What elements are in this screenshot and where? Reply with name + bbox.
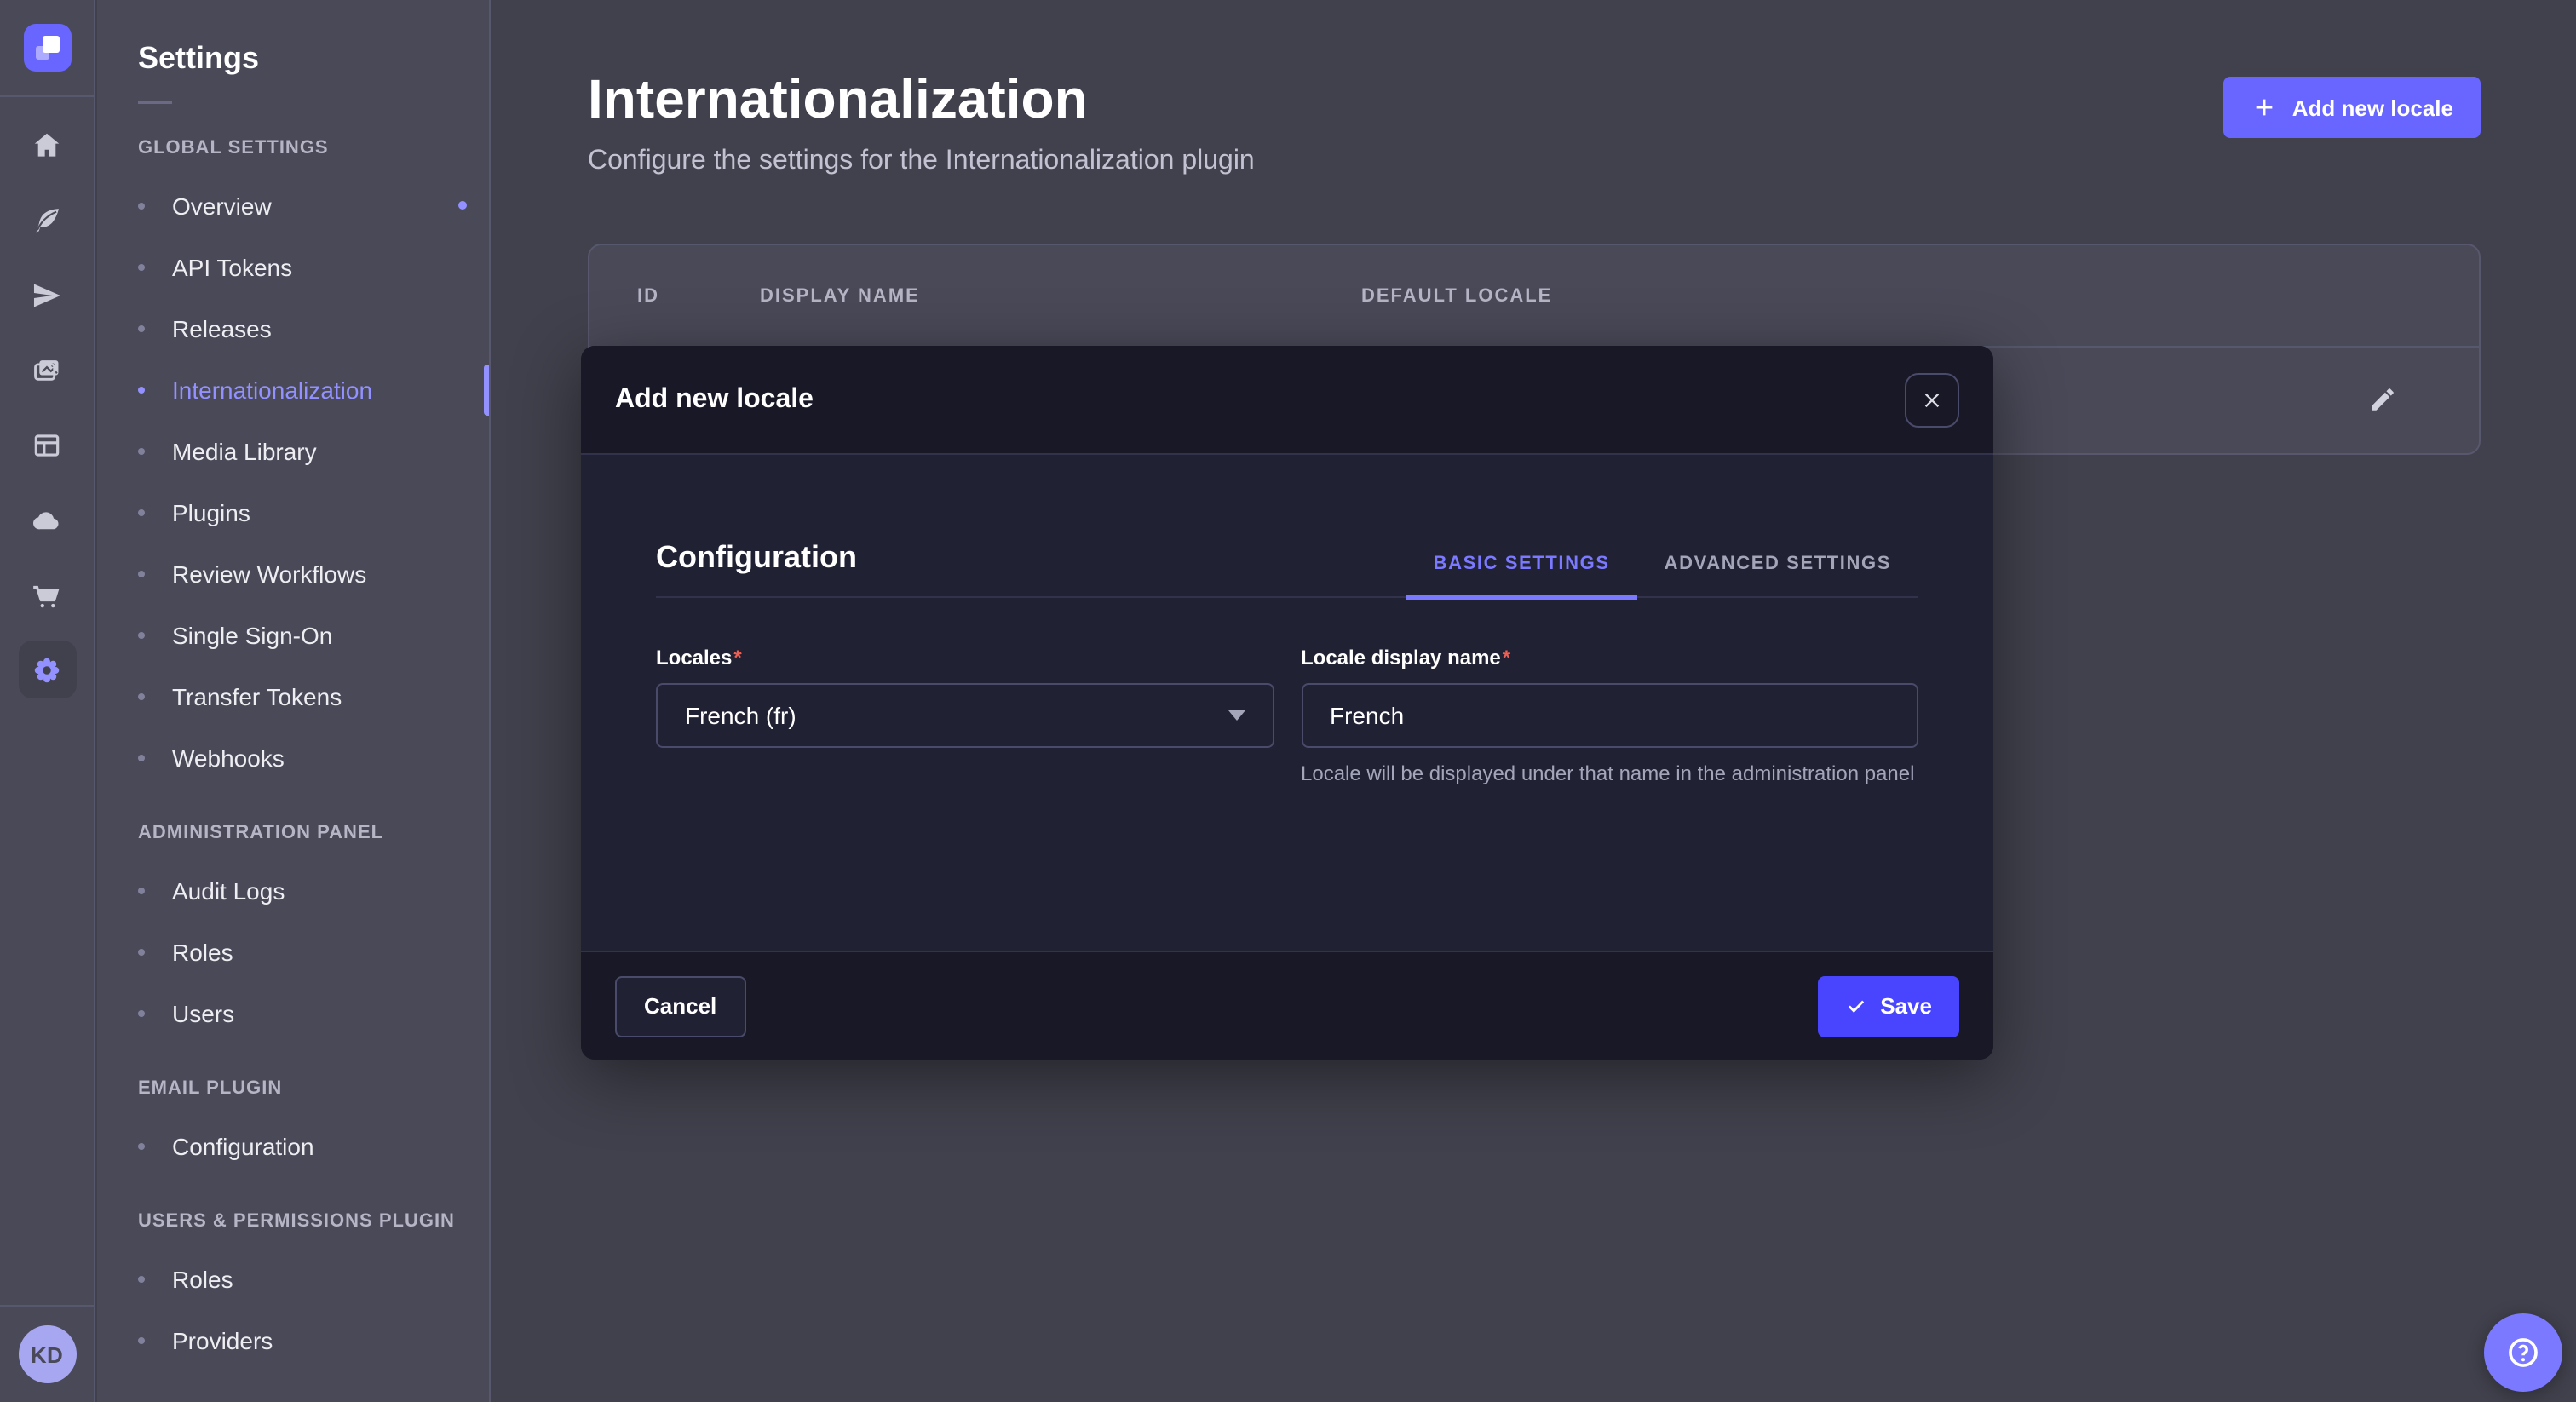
strapi-admin-app: KD Settings GLOBAL SETTINGS Overview API…: [0, 0, 2576, 1402]
locales-select-value: French (fr): [685, 702, 796, 729]
chevron-down-icon: [1228, 710, 1245, 721]
configuration-title: Configuration: [656, 540, 857, 596]
locales-label: Locales*: [656, 646, 742, 669]
modal-close-button[interactable]: [1905, 372, 1959, 427]
configuration-header-row: Configuration BASIC SETTINGS ADVANCED SE…: [656, 455, 1918, 598]
display-name-input[interactable]: [1301, 683, 1918, 748]
save-button[interactable]: Save: [1817, 975, 1959, 1037]
question-mark-icon: [2504, 1334, 2542, 1371]
help-button[interactable]: [2484, 1313, 2562, 1392]
display-name-label: Locale display name*: [1301, 646, 1510, 669]
modal-header: Add new locale: [581, 346, 1993, 455]
required-asterisk: *: [733, 646, 741, 669]
modal-fields-row: Locales* French (fr) Locale display name…: [656, 642, 1918, 789]
cancel-button[interactable]: Cancel: [615, 975, 745, 1037]
display-name-field: Locale display name* Locale will be disp…: [1301, 642, 1918, 789]
modal-title: Add new locale: [615, 384, 814, 415]
tab-advanced-settings[interactable]: ADVANCED SETTINGS: [1637, 554, 1918, 600]
modal-footer: Cancel Save: [581, 951, 1993, 1060]
tab-basic-settings[interactable]: BASIC SETTINGS: [1406, 554, 1637, 600]
modal-body: Configuration BASIC SETTINGS ADVANCED SE…: [581, 455, 1993, 951]
add-locale-modal: Add new locale Configuration BASIC SETTI…: [581, 346, 1993, 1060]
settings-tabs: BASIC SETTINGS ADVANCED SETTINGS: [1406, 554, 1918, 600]
locales-select[interactable]: French (fr): [656, 683, 1274, 748]
check-icon: [1844, 995, 1866, 1017]
close-icon: [1918, 386, 1946, 413]
display-name-hint: Locale will be displayed under that name…: [1301, 760, 1918, 789]
required-asterisk: *: [1503, 646, 1510, 669]
locales-field: Locales* French (fr): [656, 642, 1274, 789]
